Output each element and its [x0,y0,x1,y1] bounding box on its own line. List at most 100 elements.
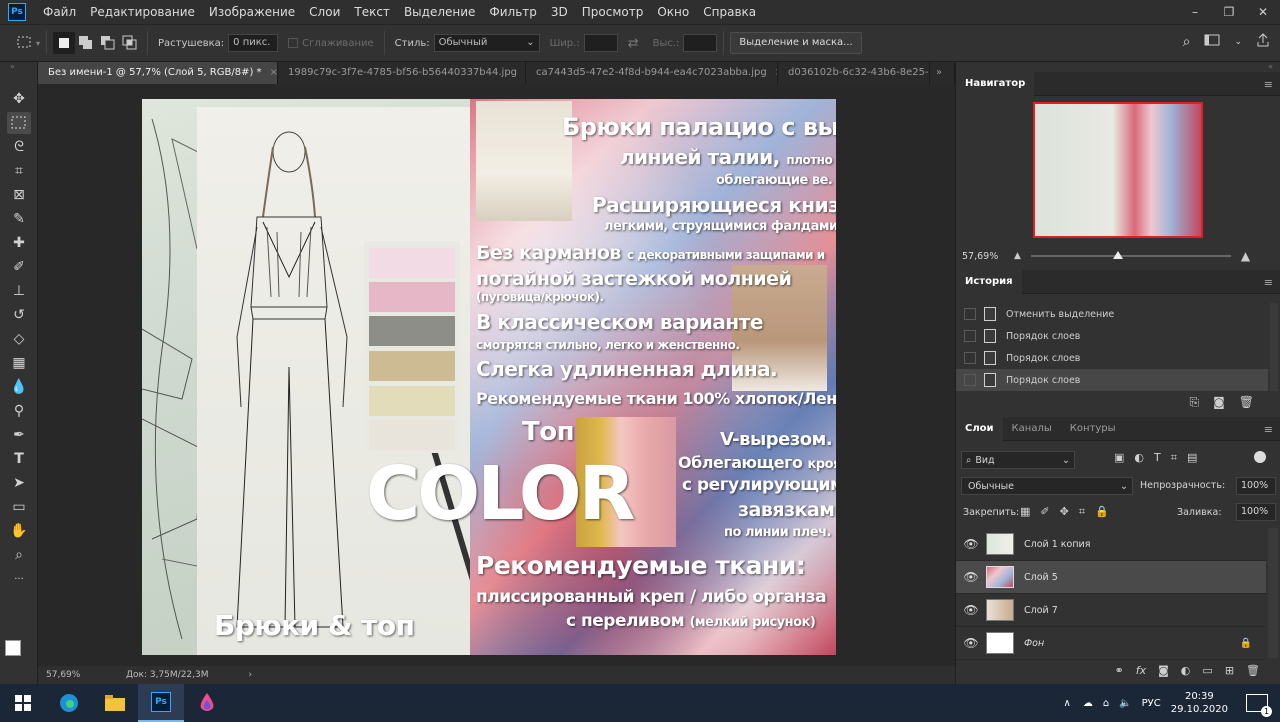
layer-row[interactable]: 👁 Слой 7 [956,594,1266,627]
language-indicator[interactable]: РУС [1142,698,1161,709]
swap-icon[interactable]: ⇄ [628,36,639,51]
layers-scrollbar[interactable] [1268,528,1278,658]
cloud-icon[interactable]: ☁ [1083,698,1093,709]
volume-icon[interactable]: 🔈 [1119,698,1131,709]
history-checkbox[interactable] [964,352,976,364]
new-layer-icon[interactable]: ⊞ [1225,664,1234,677]
add-mask-icon[interactable]: ◙ [1158,664,1169,677]
panel-menu-icon[interactable]: ≡ [1264,276,1273,289]
crop-tool-icon[interactable]: ⌗ [7,160,31,182]
feather-input[interactable]: 0 пикс. [228,34,279,52]
close-button[interactable]: ✕ [1246,0,1280,24]
zoom-in-icon[interactable]: ▲ [1241,249,1250,263]
marquee-preset-icon[interactable] [14,32,36,54]
more-tools-icon[interactable]: ··· [7,568,31,590]
layer-row-selected[interactable]: 👁 Слой 5 [956,561,1266,594]
layer-name[interactable]: Фон [1024,638,1240,649]
style-select[interactable]: Обычный ⌄ [433,34,540,52]
history-item[interactable]: Порядок слоев [956,325,1268,347]
status-zoom[interactable]: 57,69% [46,670,116,680]
layer-row[interactable]: 👁 Фон 🔒 [956,627,1266,660]
tab-document-1[interactable]: Без имени-1 @ 57,7% (Слой 5, RGB/8#) * × [38,62,278,84]
navigator-preview[interactable] [1033,102,1203,238]
eraser-tool-icon[interactable]: ◇ [7,328,31,350]
layer-filter-select[interactable]: ⌕ Вид ⌄ [961,451,1075,469]
zoom-out-icon[interactable]: ▲ [1014,251,1021,261]
share-icon[interactable] [1256,33,1270,50]
zoom-slider-handle[interactable] [1112,251,1123,259]
intersect-selection-icon[interactable] [119,32,141,54]
type-filter-icon[interactable]: T [1154,451,1161,465]
tray-expand-icon[interactable]: ∧ [1063,698,1070,709]
lock-position-icon[interactable]: ✥ [1060,505,1069,519]
zoom-tool-icon[interactable]: ⌕ [7,544,31,566]
menu-filter[interactable]: Фильтр [482,0,543,24]
adjustment-layer-icon[interactable]: ◐ [1181,664,1191,677]
new-document-from-state-icon[interactable]: ⎘ [1190,395,1200,410]
history-item-selected[interactable]: Порядок слоев [956,369,1268,391]
lasso-tool-icon[interactable]: ᘓ [7,136,31,158]
move-tool-icon[interactable]: ✥ [7,88,31,110]
shape-filter-icon[interactable]: ⌗ [1171,451,1177,465]
frame-tool-icon[interactable]: ⊠ [7,184,31,206]
fx-icon[interactable]: fx [1136,664,1146,677]
filter-toggle[interactable] [1254,451,1266,463]
zoom-slider[interactable] [1030,251,1231,259]
navigator-zoom-value[interactable]: 57,69% [962,251,1014,262]
windows-start-icon[interactable] [0,684,46,722]
trash-icon[interactable]: 🗑 [1246,664,1260,677]
close-icon[interactable]: × [270,67,277,78]
search-icon[interactable]: ⌕ [1183,34,1191,50]
tab-document-2[interactable]: 1989c79c-3f7e-4785-bf56-b56440337b44.jpg… [278,62,526,84]
subtract-selection-icon[interactable] [97,32,119,54]
new-selection-icon[interactable] [53,32,76,54]
panel-menu-icon[interactable]: ≡ [1264,78,1273,91]
tab-paths[interactable]: Контуры [1061,417,1125,441]
select-and-mask-button[interactable]: Выделение и маска... [730,32,862,54]
document-canvas[interactable]: Брюки палацио с высокой линией талии, пл… [142,99,836,655]
menu-3d[interactable]: 3D [544,0,575,24]
history-checkbox[interactable] [964,308,976,320]
minimize-button[interactable]: – [1178,0,1212,24]
menu-help[interactable]: Справка [696,0,763,24]
tab-layers[interactable]: Слои [956,416,1003,441]
menu-view[interactable]: Просмотр [575,0,651,24]
layer-name[interactable]: Слой 7 [1024,605,1058,616]
collapse-icon[interactable]: » [10,62,15,71]
clock[interactable]: 20:39 29.10.2020 [1171,690,1228,716]
chevron-down-icon[interactable]: ⌄ [1234,37,1242,47]
eye-icon[interactable]: 👁 [956,537,986,551]
smartobject-filter-icon[interactable]: ▤ [1187,451,1197,465]
paint-app-icon[interactable] [184,684,230,722]
eyedropper-tool-icon[interactable]: ✎ [7,208,31,230]
eye-icon[interactable]: 👁 [956,603,986,617]
blend-mode-select[interactable]: Обычные ⌄ [961,477,1133,495]
status-arrow-icon[interactable]: › [249,670,253,680]
type-tool-icon[interactable]: T [7,448,31,470]
tab-document-3[interactable]: ca7443d5-47e2-4f8d-b944-ea4c7023abba.jpg… [526,62,778,84]
image-filter-icon[interactable]: ▣ [1114,451,1124,465]
height-input[interactable] [683,34,718,52]
workspace-icon[interactable] [1204,34,1220,49]
lock-artboard-icon[interactable]: ⌗ [1079,505,1085,519]
fill-input[interactable]: 100% [1236,503,1276,521]
adjustment-filter-icon[interactable]: ◐ [1134,451,1144,465]
lock-brush-icon[interactable]: ✐ [1040,505,1049,519]
menu-image[interactable]: Изображение [202,0,302,24]
menu-file[interactable]: Файл [36,0,83,24]
history-item[interactable]: Отменить выделение [956,303,1268,325]
stamp-tool-icon[interactable]: ⊥ [7,280,31,302]
tab-navigator[interactable]: Навигатор [956,71,1035,96]
photoshop-taskbar-icon[interactable]: Ps [138,684,184,722]
network-icon[interactable]: ⌂ [1103,698,1109,709]
eye-icon[interactable]: 👁 [956,570,986,584]
antialias-checkbox[interactable] [288,38,299,48]
dodge-tool-icon[interactable]: ⚲ [7,400,31,422]
layer-row[interactable]: 👁 Слой 1 копия [956,528,1266,561]
trash-icon[interactable]: 🗑 [1239,395,1254,410]
tab-document-4[interactable]: d036102b-6c32-43b6-8e25- [778,62,930,84]
history-checkbox[interactable] [964,330,976,342]
history-scrollbar[interactable] [1270,303,1278,391]
restore-button[interactable]: ❐ [1212,0,1246,24]
tab-history[interactable]: История [956,269,1022,294]
